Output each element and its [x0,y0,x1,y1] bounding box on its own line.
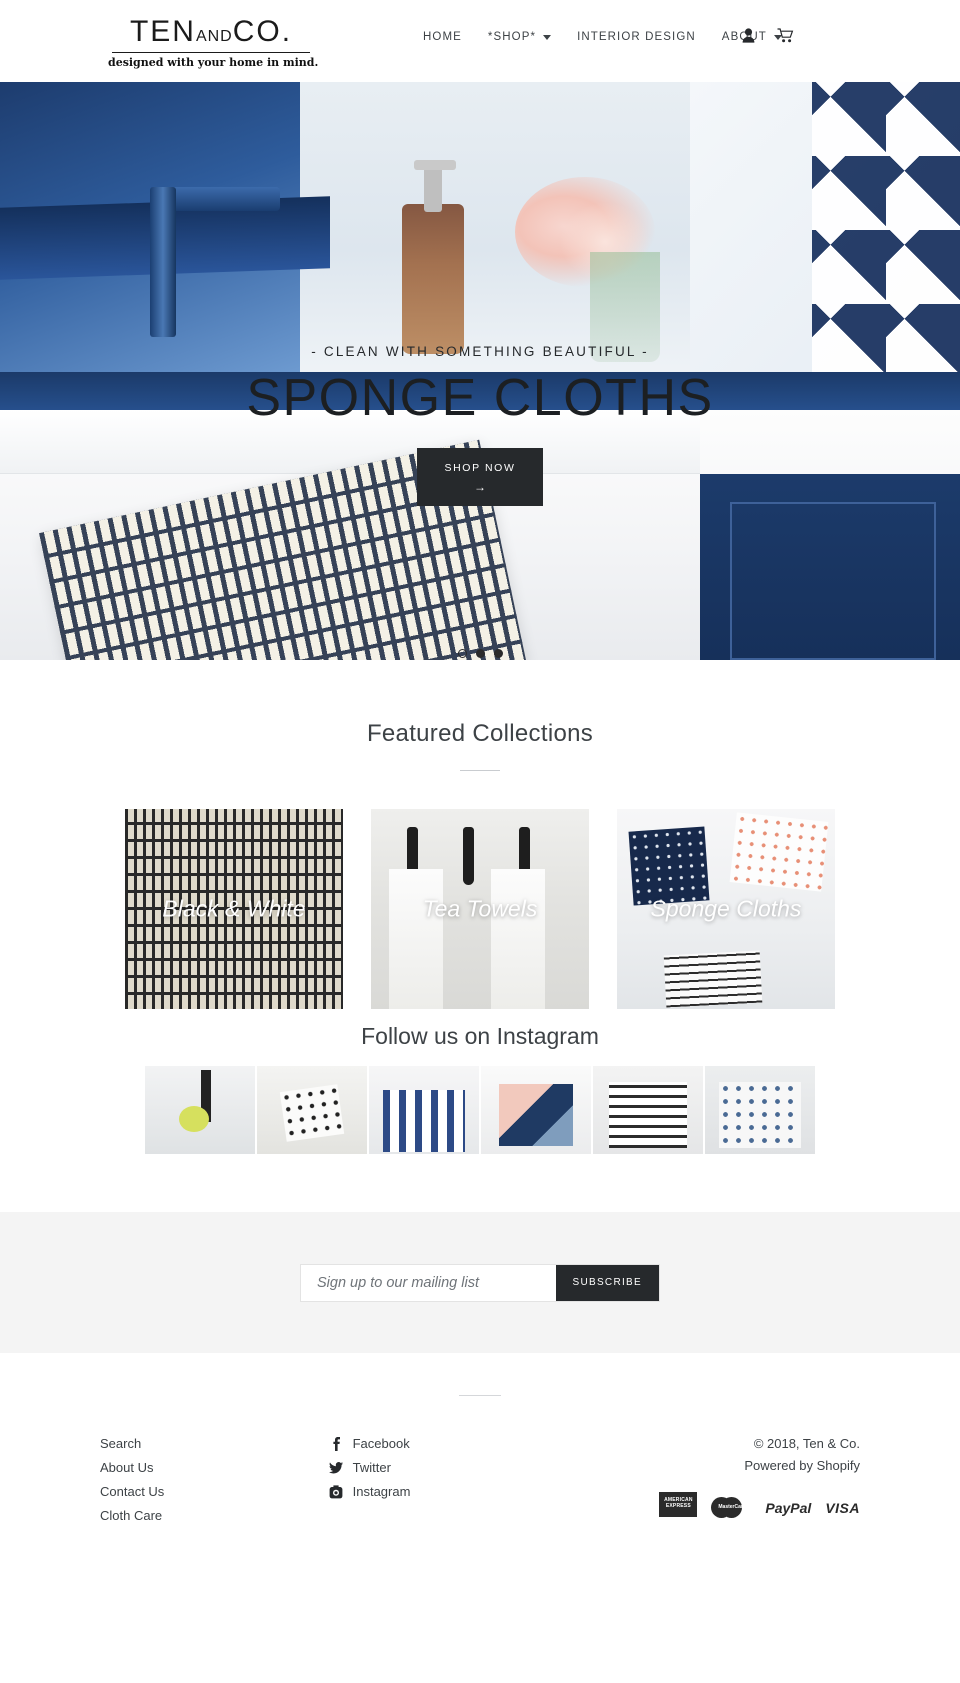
hero-title: SPONGE CLOTHS [246,369,714,427]
slide-dot-3[interactable] [493,649,503,658]
hero-shop-now-label: SHOP NOW [444,461,516,474]
footer-divider [459,1395,501,1396]
collection-label: Sponge Cloths [650,895,802,922]
newsletter-form: SUBSCRIBE [300,1263,660,1302]
footer-link-about-us[interactable]: About Us [100,1460,329,1475]
arrow-right-icon: → [473,479,486,494]
slide-dot-1[interactable] [457,649,467,658]
newsletter-email-input[interactable] [301,1264,556,1301]
visa-icon: VISA [825,1499,860,1516]
featured-collections-section: Featured Collections Black & White Tea T… [0,660,960,1009]
collection-card-sponge-cloths[interactable]: Sponge Cloths [617,809,835,1009]
nav-item-interior-design-label: INTERIOR DESIGN [577,31,696,43]
collection-card-tea-towels[interactable]: Tea Towels [371,809,589,1009]
social-link-instagram[interactable]: Instagram [329,1484,660,1499]
footer-link-cloth-care[interactable]: Cloth Care [100,1508,329,1523]
chevron-down-icon [543,34,552,40]
american-express-icon: AMERICAN EXPRESS [659,1491,698,1517]
instagram-post[interactable] [145,1066,255,1154]
nav-item-shop[interactable]: *SHOP* [475,31,564,43]
collection-label: Black & White [162,895,306,922]
collection-grid: Black & White Tea Towels Sponge Cloths [0,809,960,1009]
footer-link-contact-us[interactable]: Contact Us [100,1484,329,1499]
site-logo[interactable]: TENANDCO. designed with your home in min… [108,14,319,69]
logo-co: CO. [232,14,293,48]
logo-divider [112,51,310,53]
cart-icon[interactable] [777,28,794,43]
nav-item-interior-design[interactable]: INTERIOR DESIGN [564,31,709,43]
slideshow-pagination [0,649,960,658]
logo-ten: TEN [129,14,196,48]
section-divider [460,770,500,771]
backsplash-tile [812,82,960,372]
collection-card-black-and-white[interactable]: Black & White [125,809,343,1009]
instagram-feed [0,1066,960,1154]
featured-collections-title: Featured Collections [366,720,594,747]
instagram-post[interactable] [593,1066,703,1154]
account-icon[interactable] [742,28,755,43]
instagram-section: Follow us on Instagram [0,1023,960,1154]
footer-social-column: Facebook Twitter Instagram [328,1436,660,1534]
footer-powered-by[interactable]: Powered by Shopify [659,1458,860,1473]
nav-item-shop-label: *SHOP* [487,31,537,43]
social-link-facebook[interactable]: Facebook [329,1436,660,1451]
footer-info-column: © 2018, Ten & Co. Powered by Shopify AME… [659,1436,860,1534]
hero-text-block: - CLEAN WITH SOMETHING BEAUTIFUL - SPONG… [0,344,960,506]
main-navigation: HOME *SHOP* INTERIOR DESIGN ABOUT [410,31,795,43]
facebook-icon [333,1436,340,1451]
nav-item-home[interactable]: HOME [410,31,475,43]
instagram-post[interactable] [257,1066,367,1154]
hero-eyebrow: - CLEAN WITH SOMETHING BEAUTIFUL - [311,344,649,359]
payment-icon-visa: VISA [825,1495,860,1520]
instagram-title: Follow us on Instagram [361,1023,599,1049]
paypal-icon: PayPal [765,1499,812,1516]
instagram-post[interactable] [705,1066,815,1154]
payment-icon-mastercard: MasterCard [711,1495,751,1520]
site-footer: Search About Us Contact Us Cloth Care Fa… [0,1395,960,1675]
nav-item-home-label: HOME [423,31,462,43]
social-link-facebook-label: Facebook [352,1436,410,1451]
slide-dot-2[interactable] [475,649,485,658]
hero-shop-now-button[interactable]: SHOP NOW → [416,447,544,506]
instagram-post[interactable] [369,1066,479,1154]
instagram-icon [329,1484,343,1498]
social-link-twitter[interactable]: Twitter [328,1460,660,1475]
logo-and: AND [195,27,233,45]
payment-icon-american-express: AMERICAN EXPRESS [659,1491,698,1520]
hero-slideshow: - CLEAN WITH SOMETHING BEAUTIFUL - SPONG… [0,82,960,660]
payment-methods: AMERICAN EXPRESS MasterCard PayPal VISA [659,1491,860,1527]
footer-columns: Search About Us Contact Us Cloth Care Fa… [0,1436,960,1534]
logo-tagline: designed with your home in mind. [108,55,319,69]
logo-wordmark: TENANDCO. [108,14,314,48]
site-header: TENANDCO. designed with your home in min… [0,0,960,82]
collection-label: Tea Towels [422,895,538,922]
newsletter-subscribe-button[interactable]: SUBSCRIBE [555,1264,659,1301]
footer-links-column: Search About Us Contact Us Cloth Care [100,1436,329,1534]
header-icons [742,28,794,43]
payment-icon-paypal: PayPal [765,1495,811,1520]
newsletter-section: SUBSCRIBE [0,1212,960,1353]
footer-copyright: © 2018, Ten & Co. [753,1436,860,1451]
footer-link-search[interactable]: Search [100,1436,329,1451]
social-link-twitter-label: Twitter [352,1460,391,1475]
mastercard-label: MasterCard [718,1504,746,1510]
instagram-post[interactable] [481,1066,591,1154]
social-link-instagram-label: Instagram [352,1484,411,1499]
twitter-icon [328,1461,343,1473]
